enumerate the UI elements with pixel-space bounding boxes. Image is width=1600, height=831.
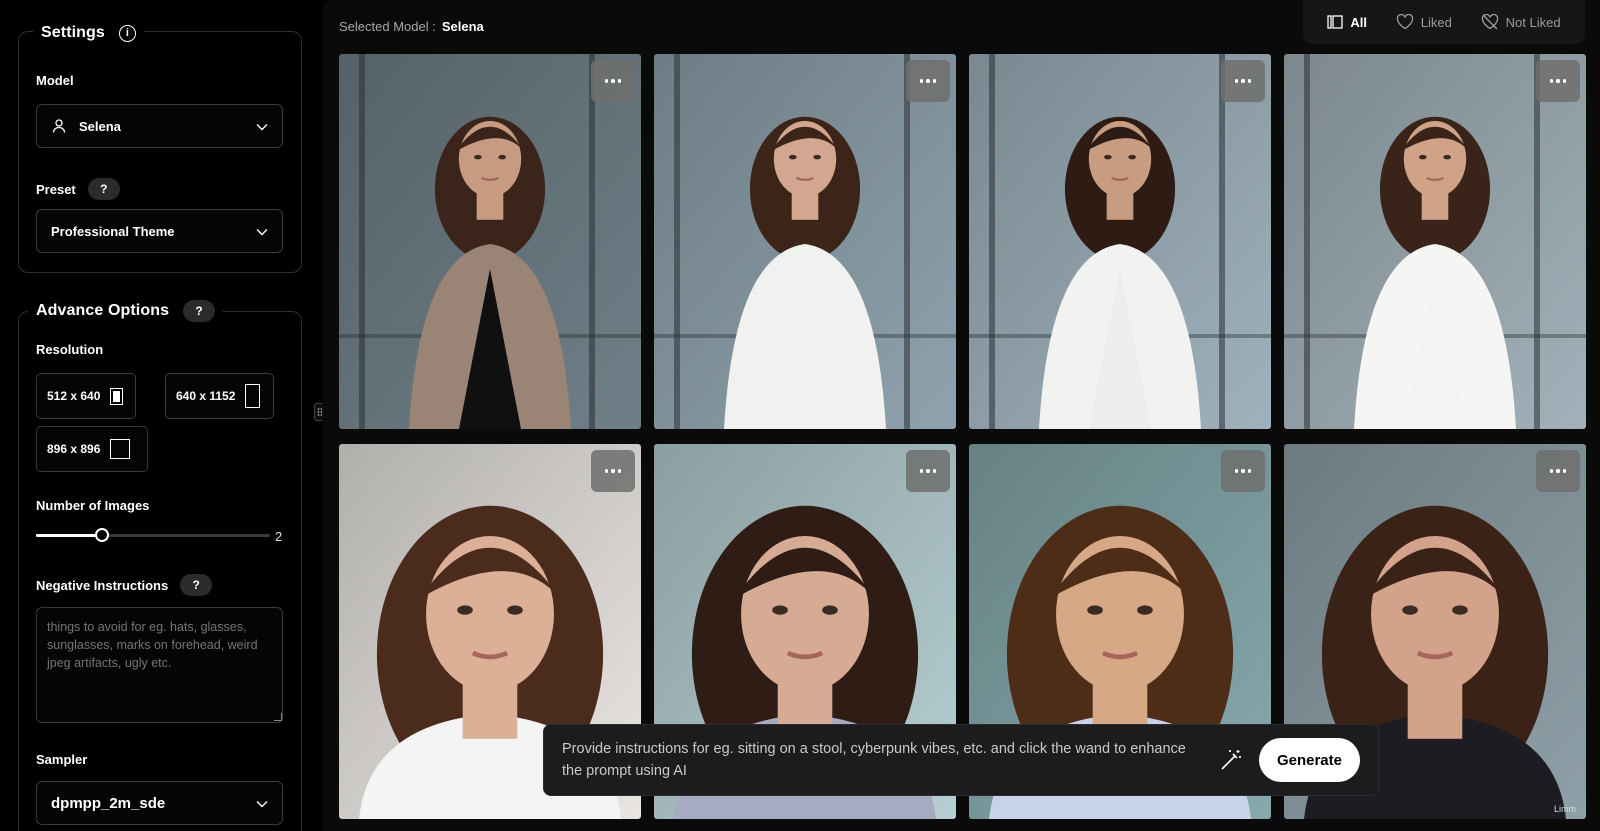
- sampler-select-value: dpmpp_2m_sde: [51, 794, 166, 812]
- prompt-input[interactable]: Provide instructions for eg. sitting on …: [562, 738, 1217, 782]
- sampler-label: Sampler: [36, 752, 88, 767]
- sampler-select[interactable]: dpmpp_2m_sde: [36, 781, 283, 825]
- negative-help-button[interactable]: ?: [180, 574, 213, 596]
- more-options-button[interactable]: [591, 60, 635, 102]
- model-select-value: Selena: [79, 118, 121, 134]
- more-options-button[interactable]: [591, 450, 635, 492]
- resolution-option-896x896[interactable]: 896 x 896: [36, 426, 148, 472]
- preset-select[interactable]: Professional Theme: [36, 209, 283, 253]
- resolution-option-label: 896 x 896: [47, 442, 101, 456]
- user-icon: [51, 118, 67, 134]
- number-of-images-label: Number of Images: [36, 498, 150, 513]
- portrait-ratio-icon: [110, 387, 124, 405]
- more-options-button[interactable]: [906, 450, 950, 492]
- portrait-photo: [654, 54, 956, 429]
- more-options-button[interactable]: [1221, 450, 1265, 492]
- heart-icon: [1396, 14, 1413, 30]
- negative-instructions-input[interactable]: [36, 607, 283, 723]
- gallery-image-card[interactable]: [1284, 54, 1586, 429]
- tall-ratio-icon: [245, 384, 261, 408]
- chevron-down-icon: [256, 795, 268, 812]
- slider-fill: [36, 534, 102, 537]
- gallery-image-card[interactable]: [969, 54, 1271, 429]
- resize-grip-icon[interactable]: [274, 713, 282, 721]
- filter-liked-tab[interactable]: Liked: [1396, 14, 1452, 30]
- resolution-option-512x640[interactable]: 512 x 640: [36, 373, 136, 419]
- model-label: Model: [36, 73, 74, 88]
- resolution-option-label: 512 x 640: [47, 389, 101, 403]
- info-icon[interactable]: i: [118, 24, 136, 42]
- resolution-label: Resolution: [36, 342, 104, 357]
- advance-legend: Advance Options ?: [28, 300, 224, 322]
- generate-button[interactable]: Generate: [1258, 738, 1360, 782]
- magic-wand-icon[interactable]: [1217, 746, 1245, 774]
- preset-help-button[interactable]: ?: [87, 178, 120, 200]
- prompt-bar: Provide instructions for eg. sitting on …: [543, 724, 1379, 796]
- heart-off-icon: [1481, 14, 1498, 30]
- portrait-photo: [1284, 54, 1586, 429]
- resolution-option-640x1152[interactable]: 640 x 1152: [165, 373, 274, 419]
- selected-model-header: Selected Model : Selena: [339, 19, 484, 34]
- chevron-down-icon: [256, 224, 268, 239]
- gallery-icon: [1327, 15, 1344, 29]
- watermark-logo: Limm: [1554, 804, 1576, 814]
- more-options-button[interactable]: [1536, 450, 1580, 492]
- filter-bar: All Liked Not Liked: [1303, 0, 1585, 44]
- portrait-photo: [339, 54, 641, 429]
- filter-not-liked-tab[interactable]: Not Liked: [1481, 14, 1561, 30]
- negative-label-row: Negative Instructions ?: [36, 574, 213, 596]
- settings-legend: Settings i: [33, 24, 144, 42]
- advance-options-title: Advance Options: [36, 302, 170, 319]
- settings-sidebar: Settings i Model Selena Preset ? Profess…: [0, 0, 318, 831]
- portrait-photo: [969, 54, 1271, 429]
- slider-thumb[interactable]: [94, 528, 109, 542]
- filter-not-liked-label: Not Liked: [1505, 14, 1561, 30]
- filter-liked-label: Liked: [1420, 14, 1452, 30]
- preset-label: Preset: [36, 181, 76, 197]
- chevron-down-icon: [256, 119, 268, 134]
- preset-label-row: Preset ?: [36, 178, 120, 200]
- settings-title: Settings: [41, 24, 105, 41]
- filter-all-label: All: [1350, 14, 1368, 30]
- more-options-button[interactable]: [906, 60, 950, 102]
- advance-help-button[interactable]: ?: [183, 300, 216, 322]
- gallery-image-card[interactable]: [339, 54, 641, 429]
- number-of-images-value: 2: [275, 529, 283, 544]
- selected-model-value: Selena: [441, 19, 484, 34]
- resolution-option-label: 640 x 1152: [176, 389, 236, 403]
- more-options-button[interactable]: [1221, 60, 1265, 102]
- number-of-images-slider[interactable]: [36, 528, 270, 542]
- gallery-image-card[interactable]: [654, 54, 956, 429]
- filter-all-tab[interactable]: All: [1327, 15, 1367, 30]
- negative-instructions-label: Negative Instructions: [36, 577, 169, 593]
- more-options-button[interactable]: [1536, 60, 1580, 102]
- model-select[interactable]: Selena: [36, 104, 283, 148]
- preset-select-value: Professional Theme: [51, 223, 175, 239]
- selected-model-label: Selected Model :: [339, 19, 436, 34]
- square-ratio-icon: [110, 439, 131, 459]
